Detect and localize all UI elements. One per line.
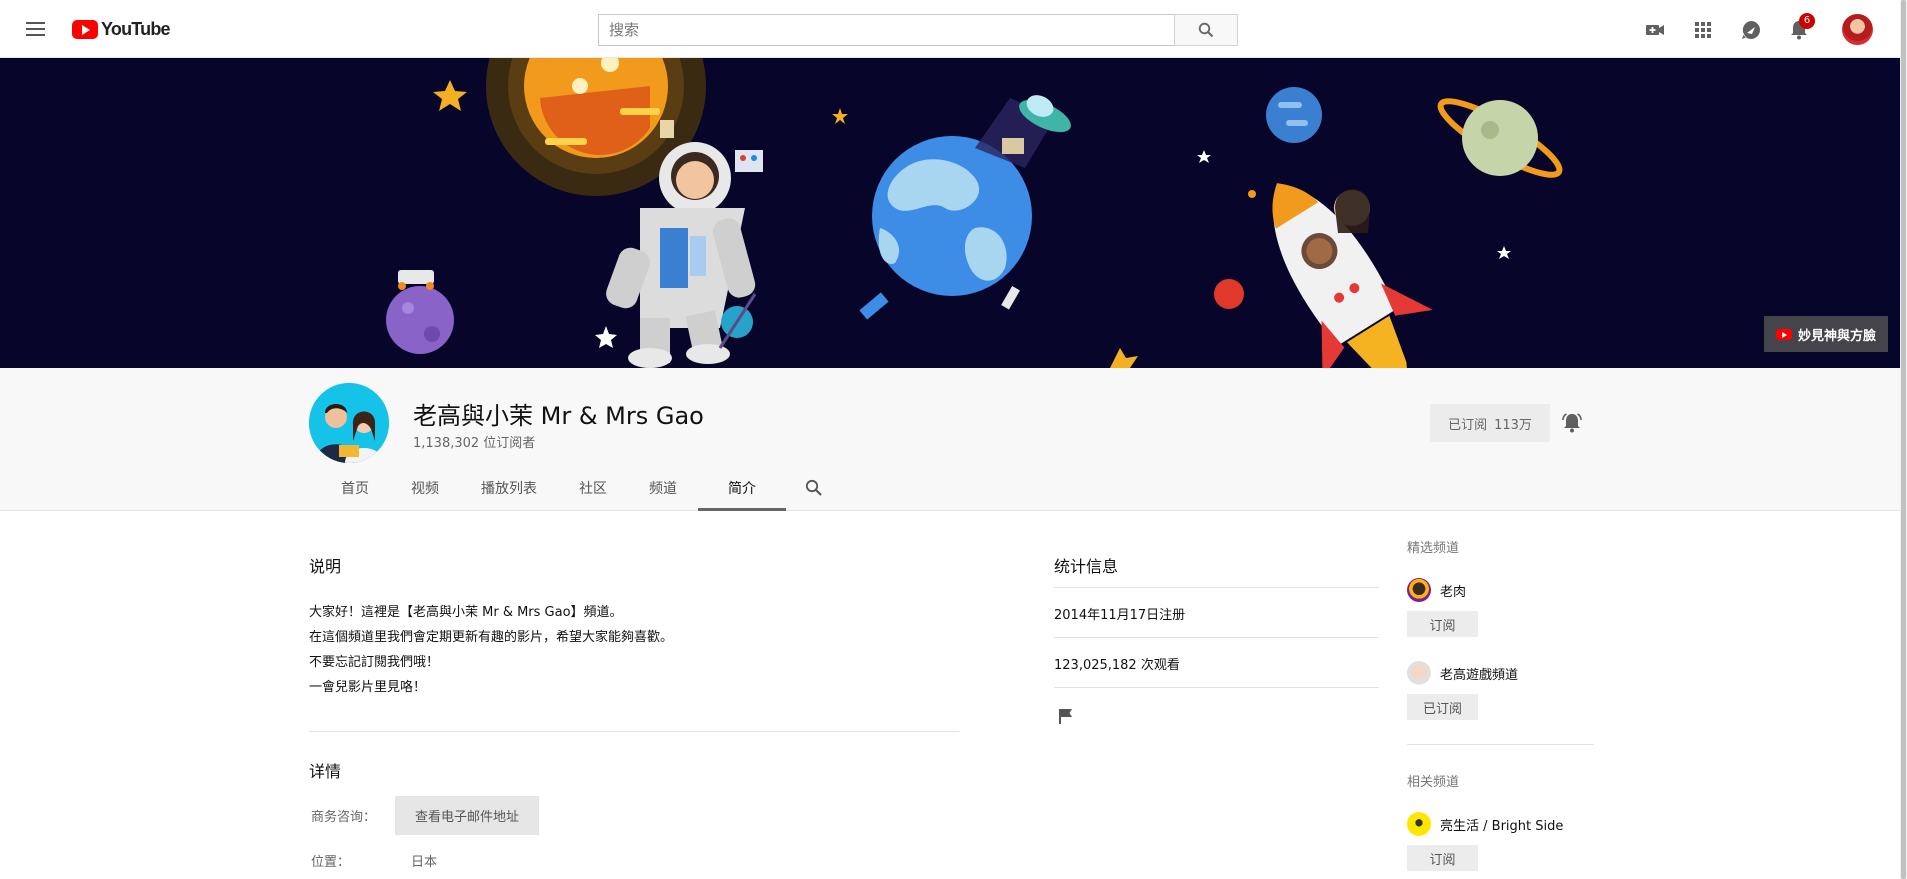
business-inquiry-label: 商务咨询： [311,810,377,825]
page-scrollbar[interactable] [1900,0,1907,879]
subscribe-button[interactable]: 订阅 [1407,611,1478,637]
channel-avatar-small [1407,578,1431,602]
tab-home[interactable]: 首页 [320,464,390,511]
stats-divider [1054,687,1379,688]
channel-banner: 妙見神與方臉 [0,58,1907,368]
messages-icon[interactable] [1739,18,1763,42]
description-line: 不要忘記訂閱我們哦！ [309,655,440,670]
banner-art [386,58,1563,368]
youtube-play-icon [72,19,98,39]
details-title: 详情 [309,762,342,781]
search-icon [805,479,822,496]
stats-title: 统计信息 [1054,557,1119,576]
channel-title: 老高與小茉 Mr & Mrs Gao [413,402,704,430]
tab-videos[interactable]: 视频 [390,464,460,511]
notifications-icon[interactable]: 6 [1787,13,1815,42]
search-input[interactable] [598,14,1174,46]
stats-divider [1054,637,1379,638]
related-channels-title: 相关频道 [1407,775,1460,790]
description-line: 一會兒影片里見咯！ [309,680,427,695]
search-bar [598,14,1238,46]
youtube-small-icon [1775,328,1792,340]
youtube-logo[interactable]: YouTube [72,18,171,40]
channel-description: 大家好！這裡是【老高與小茉 Mr & Mrs Gao】頻道。 在這個頻道里我們會… [309,600,673,700]
channel-name: 亮生活 / Bright Side [1440,818,1564,834]
subscriber-count: 1,138,302 位订阅者 [413,436,536,451]
joined-date: 2014年11月17日注册 [1054,608,1186,623]
scrollbar-thumb[interactable] [1901,0,1906,879]
notification-bell-icon[interactable] [1560,411,1584,435]
notification-badge: 6 [1799,13,1815,29]
subscribed-count: 113万 [1494,417,1532,433]
banner-link-label: 妙見神與方臉 [1797,328,1876,344]
related-channel-bright-side[interactable]: 亮生活 / Bright Side [1407,812,1563,836]
channel-avatar-small [1407,661,1431,685]
subscribed-button-small[interactable]: 已订阅 [1407,694,1478,720]
description-title: 说明 [309,557,342,576]
view-count: 123,025,182 次观看 [1054,658,1180,673]
apps-grid-icon[interactable] [1691,18,1715,42]
channel-search-button[interactable] [786,464,842,511]
tab-playlists[interactable]: 播放列表 [460,464,558,511]
tab-channels[interactable]: 频道 [628,464,698,511]
banner-channel-link[interactable]: 妙見神與方臉 [1763,316,1888,352]
lightbulb-icon [1407,812,1431,836]
featured-channels-title: 精选频道 [1407,541,1460,556]
logo-text: YouTube [101,18,171,39]
account-avatar[interactable] [1842,14,1873,45]
report-flag-icon[interactable] [1057,707,1075,725]
featured-channel-gao-games[interactable]: 老高遊戲頻道 [1407,661,1518,685]
subscribed-button[interactable]: 已订阅 113万 [1430,404,1550,442]
description-line: 在這個頻道里我們會定期更新有趣的影片，希望大家能夠喜歡。 [309,630,674,645]
create-video-icon[interactable] [1643,18,1667,42]
location-label: 位置： [311,855,351,870]
location-value: 日本 [411,855,438,870]
subscribe-button[interactable]: 订阅 [1407,845,1478,871]
featured-channel-laorou[interactable]: 老肉 [1407,578,1466,602]
subscribed-label: 已订阅 [1448,417,1488,433]
search-button[interactable] [1174,14,1238,46]
tab-community[interactable]: 社区 [558,464,628,511]
channel-name: 老肉 [1440,584,1467,600]
sidebar-divider [1407,744,1594,745]
search-icon [1198,22,1214,38]
description-line: 大家好！這裡是【老高與小茉 Mr & Mrs Gao】頻道。 [309,605,623,620]
channel-header: 老高與小茉 Mr & Mrs Gao 1,138,302 位订阅者 已订阅 11… [0,368,1907,511]
view-email-button[interactable]: 查看电子邮件地址 [395,796,539,835]
channel-avatar[interactable] [309,383,389,463]
channel-tabs: 首页 视频 播放列表 社区 频道 简介 [320,464,842,511]
description-divider [309,731,959,732]
channel-name: 老高遊戲頻道 [1440,667,1519,683]
stats-divider [1054,587,1379,588]
tab-about[interactable]: 简介 [698,464,786,511]
top-bar: YouTube 搜索 6 [0,0,1907,58]
menu-icon[interactable] [24,18,48,40]
